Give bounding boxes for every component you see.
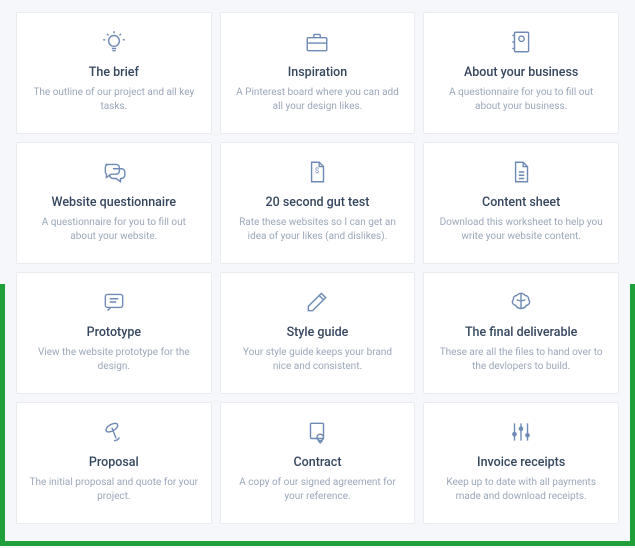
chat-icon	[101, 157, 127, 187]
card-website-questionnaire[interactable]: Website questionnaire A questionnaire fo…	[16, 142, 212, 264]
card-desc: A copy of our signed agreement for your …	[233, 476, 403, 504]
card-about-business[interactable]: About your business A questionnaire for …	[423, 12, 619, 134]
card-desc: These are all the files to hand over to …	[436, 346, 606, 374]
card-desc: The initial proposal and quote for your …	[29, 476, 199, 504]
card-contract[interactable]: Contract A copy of our signed agreement …	[220, 402, 416, 524]
briefcase-icon	[304, 27, 330, 57]
satellite-icon	[101, 417, 127, 447]
card-title: Content sheet	[482, 195, 560, 210]
card-desc: A questionnaire for you to fill out abou…	[29, 216, 199, 244]
card-title: Contract	[293, 455, 341, 470]
card-title: Style guide	[287, 325, 349, 340]
document-seal-icon	[304, 417, 330, 447]
card-desc: Your style guide keeps your brand nice a…	[233, 346, 403, 374]
card-title: 20 second gut test	[266, 195, 370, 210]
card-title: Proposal	[89, 455, 139, 470]
card-desc: Rate these websites so I can get an idea…	[233, 216, 403, 244]
card-desc: Keep up to date with all payments made a…	[436, 476, 606, 504]
message-icon	[101, 287, 127, 317]
lightbulb-icon	[101, 27, 127, 57]
card-gut-test[interactable]: $ 20 second gut test Rate these websites…	[220, 142, 416, 264]
document-lines-icon	[508, 157, 534, 187]
dollar-file-icon: $	[304, 157, 330, 187]
card-inspiration[interactable]: Inspiration A Pinterest board where you …	[220, 12, 416, 134]
svg-text:$: $	[315, 166, 319, 175]
card-title: Website questionnaire	[52, 195, 177, 210]
card-desc: A Pinterest board where you can add all …	[233, 86, 403, 114]
brain-icon	[508, 287, 534, 317]
card-content-sheet[interactable]: Content sheet Download this worksheet to…	[423, 142, 619, 264]
card-proposal[interactable]: Proposal The initial proposal and quote …	[16, 402, 212, 524]
card-title: The final deliverable	[465, 325, 577, 340]
card-final-deliverable[interactable]: The final deliverable These are all the …	[423, 272, 619, 394]
notebook-icon	[508, 27, 534, 57]
cards-grid: The brief The outline of our project and…	[0, 0, 635, 536]
card-title: About your business	[464, 65, 578, 80]
card-title: Invoice receipts	[477, 455, 565, 470]
pencil-icon	[304, 287, 330, 317]
card-style-guide[interactable]: Style guide Your style guide keeps your …	[220, 272, 416, 394]
card-invoice-receipts[interactable]: Invoice receipts Keep up to date with al…	[423, 402, 619, 524]
card-desc: A questionnaire for you to fill out abou…	[436, 86, 606, 114]
card-brief[interactable]: The brief The outline of our project and…	[16, 12, 212, 134]
card-title: The brief	[89, 65, 139, 80]
card-desc: The outline of our project and all key t…	[29, 86, 199, 114]
card-title: Inspiration	[288, 65, 347, 80]
card-desc: View the website prototype for the desig…	[29, 346, 199, 374]
card-title: Prototype	[87, 325, 141, 340]
card-desc: Download this worksheet to help you writ…	[436, 216, 606, 244]
sliders-icon	[508, 417, 534, 447]
card-prototype[interactable]: Prototype View the website prototype for…	[16, 272, 212, 394]
